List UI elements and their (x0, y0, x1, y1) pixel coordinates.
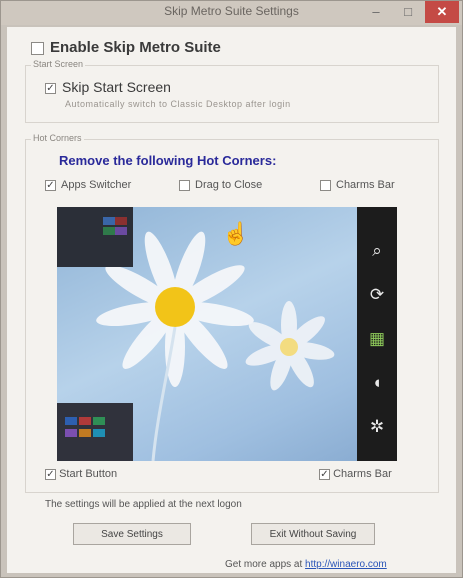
footer: Get more apps at http://winaero.com (225, 559, 387, 570)
thumb-tile (79, 417, 91, 425)
winaero-link[interactable]: http://winaero.com (305, 559, 387, 570)
search-icon: ⌕ (372, 241, 382, 260)
thumb-tile (93, 417, 105, 425)
desktop-preview-image: ☝ ⌕ ⟳ ▦ ◖ ✲ (57, 207, 397, 461)
remove-hot-corners-heading: Remove the following Hot Corners: (59, 153, 277, 168)
hand-pointer-icon: ☝ (222, 221, 250, 246)
enable-suite-label: Enable Skip Metro Suite (50, 39, 221, 56)
footer-prefix: Get more apps at (225, 559, 303, 570)
settings-icon: ✲ (369, 417, 385, 436)
save-settings-button[interactable]: Save Settings (73, 523, 191, 545)
skip-start-screen-option[interactable]: ✓ Skip Start Screen (45, 79, 171, 95)
charms-bar-label: Charms Bar (333, 468, 392, 480)
drag-to-close-label: Drag to Close (195, 179, 263, 191)
app-switcher-thumbnail (57, 207, 133, 267)
drag-to-close-checkbox[interactable] (179, 179, 190, 191)
thumb-tile (115, 227, 127, 235)
close-button[interactable]: ✕ (425, 1, 459, 23)
start-screen-group-label: Start Screen (31, 59, 86, 69)
start-button-thumbnail (57, 403, 133, 461)
thumb-tile (93, 429, 105, 437)
thumb-tile (103, 217, 115, 225)
charms-bar-checkbox[interactable]: ✓ (319, 468, 330, 480)
settings-note: The settings will be applied at the next… (45, 499, 242, 510)
charms-bar-option[interactable]: ✓ Charms Bar (319, 468, 392, 480)
settings-window: Skip Metro Suite Settings – □ ✕ Enable S… (0, 0, 463, 578)
enable-suite-option[interactable]: Enable Skip Metro Suite (31, 39, 221, 56)
skip-start-screen-note: Automatically switch to Classic Desktop … (65, 99, 291, 109)
devices-icon: ◖ (371, 373, 383, 392)
skip-start-screen-checkbox[interactable]: ✓ (45, 82, 56, 94)
charms-bar-top-option[interactable]: Charms Bar (320, 179, 395, 191)
charms-bar: ⌕ ⟳ ▦ ◖ ✲ (357, 207, 397, 461)
drag-to-close-option[interactable]: Drag to Close (179, 179, 262, 191)
skip-start-screen-label: Skip Start Screen (62, 79, 171, 95)
thumb-tile (65, 417, 77, 425)
minimize-button[interactable]: – (361, 1, 391, 23)
app-switcher-checkbox[interactable]: ✓ (45, 179, 56, 191)
start-button-label: Start Button (59, 468, 118, 480)
exit-without-saving-button[interactable]: Exit Without Saving (251, 523, 375, 545)
app-switcher-label: Apps Switcher (61, 179, 132, 191)
title-bar[interactable]: Skip Metro Suite Settings – □ ✕ (1, 1, 462, 25)
settings-panel: Enable Skip Metro Suite Start Screen ✓ Sk… (7, 27, 456, 573)
maximize-button[interactable]: □ (393, 1, 423, 23)
start-button-option[interactable]: ✓ Start Button (45, 468, 117, 480)
start-button-checkbox[interactable]: ✓ (45, 468, 56, 480)
thumb-tile (103, 227, 115, 235)
enable-suite-checkbox[interactable] (31, 41, 44, 55)
charms-bar-top-checkbox[interactable] (320, 179, 331, 191)
windows-logo-icon: ▦ (368, 329, 386, 348)
share-icon: ⟳ (369, 285, 385, 304)
app-switcher-option[interactable]: ✓ Apps Switcher (45, 179, 131, 191)
charms-bar-top-label: Charms Bar (336, 179, 395, 191)
hot-corners-group-label: Hot Corners (31, 133, 84, 143)
thumb-tile (115, 217, 127, 225)
thumb-tile (79, 429, 91, 437)
thumb-tile (65, 429, 77, 437)
